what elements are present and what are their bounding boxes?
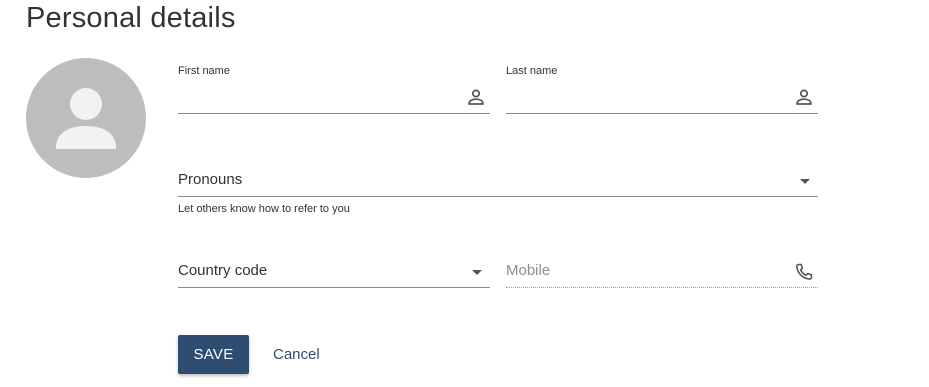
country-code-select[interactable]: Country code	[178, 253, 490, 288]
page-title: Personal details	[26, 2, 236, 34]
first-name-input[interactable]	[178, 87, 454, 109]
mobile-field[interactable]: Mobile	[506, 253, 818, 288]
country-code-value: Country code	[178, 262, 268, 279]
avatar[interactable]	[26, 58, 146, 178]
first-name-field: First name	[178, 65, 490, 114]
person-icon	[56, 88, 116, 149]
cancel-button[interactable]: Cancel	[262, 335, 331, 374]
person-outline-icon	[468, 89, 484, 105]
phone-icon	[795, 263, 813, 280]
chevron-down-icon	[472, 270, 482, 275]
first-name-label: First name	[178, 65, 230, 77]
pronouns-helper-text: Let others know how to refer to you	[178, 203, 350, 215]
person-outline-icon	[796, 89, 812, 105]
mobile-placeholder: Mobile	[506, 262, 551, 279]
save-button[interactable]: SAVE	[178, 335, 249, 374]
last-name-field: Last name	[506, 65, 818, 114]
pronouns-value: Pronouns	[178, 171, 243, 188]
last-name-label: Last name	[506, 65, 558, 77]
chevron-down-icon	[800, 179, 810, 184]
pronouns-select[interactable]: Pronouns	[178, 162, 818, 197]
last-name-input[interactable]	[506, 87, 782, 109]
